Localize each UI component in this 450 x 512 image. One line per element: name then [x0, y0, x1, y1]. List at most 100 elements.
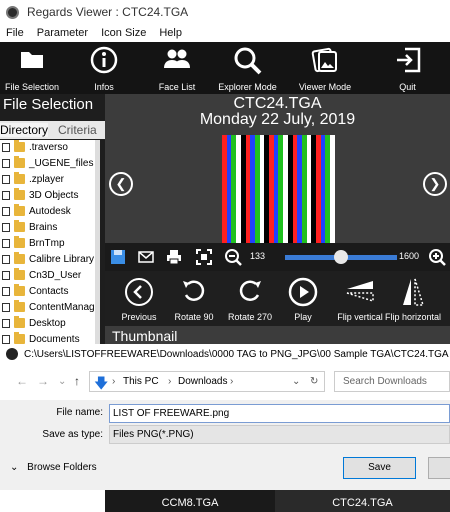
folder-checkbox[interactable] — [2, 175, 10, 184]
search-downloads-input[interactable]: Search Downloads — [334, 371, 450, 392]
menu-icon-size[interactable]: Icon Size — [101, 27, 146, 39]
browse-folders-toggle[interactable]: ⌄ Browse Folders — [10, 462, 97, 473]
app-window: Regards Viewer : CTC24.TGA File Paramete… — [0, 0, 450, 512]
folder-checkbox[interactable] — [2, 319, 10, 328]
infos-button[interactable]: Infos — [64, 42, 144, 94]
panel-title: File Selection — [3, 96, 94, 113]
up-icon[interactable]: ↑ — [74, 374, 80, 388]
folder-name: ContentManager — [29, 302, 100, 313]
folder-checkbox[interactable] — [2, 335, 10, 344]
thumbnail-item[interactable]: CCM8.TGA — [105, 490, 275, 512]
refresh-icon[interactable]: ↻ — [310, 376, 318, 387]
file-selection-panel: File Selection Directory Criteria .trave… — [0, 94, 105, 344]
viewer-mode-button[interactable]: Viewer Mode — [285, 42, 365, 94]
folder-name: 3D Objects — [29, 190, 79, 201]
folder-tree-item[interactable]: BrnTmp — [0, 236, 100, 252]
previous-image-button[interactable]: ❮ — [109, 172, 133, 196]
folder-tree-item[interactable]: Calibre Library — [0, 252, 100, 268]
folder-checkbox[interactable] — [2, 287, 10, 296]
back-icon[interactable]: ← — [16, 374, 28, 388]
tab-criteria[interactable]: Criteria — [58, 123, 97, 137]
folder-tree-item[interactable]: Brains — [0, 220, 100, 236]
breadcrumb-downloads[interactable]: Downloads — [178, 376, 227, 387]
save-icon[interactable] — [109, 248, 127, 266]
folder-checkbox[interactable] — [2, 271, 10, 280]
zoom-max-value: 1600 — [399, 251, 420, 261]
next-image-button[interactable]: ❯ — [423, 172, 447, 196]
chevron-down-icon: ⌄ — [10, 462, 19, 473]
folder-icon — [14, 252, 25, 264]
file-selection-label: File Selection — [4, 82, 60, 92]
zoom-slider-handle[interactable] — [334, 250, 348, 264]
folder-checkbox[interactable] — [2, 255, 10, 264]
dialog-navigation: ← → ⌄ ↑ 🡇 › This PC › Downloads › ⌄ ↻ Se… — [0, 368, 450, 394]
play-button[interactable]: Play — [283, 271, 323, 326]
folder-name: Cn3D_User — [29, 270, 82, 281]
folder-icon — [14, 220, 25, 232]
folder-tree: .traverso _UGENE_files .zplayer 3D Objects A… — [0, 140, 100, 344]
address-bar[interactable]: 🡇 › This PC › Downloads › ⌄ ↻ — [89, 371, 325, 392]
mail-icon[interactable] — [137, 248, 155, 266]
menu-help[interactable]: Help — [159, 27, 182, 39]
flip-horizontal-button[interactable]: Flip horizontal — [385, 271, 441, 326]
folder-tree-item[interactable]: _UGENE_files — [0, 156, 100, 172]
dialog-body: File name: LIST OF FREEWARE.png Save as … — [0, 400, 450, 490]
file-selection-button[interactable]: File Selection — [0, 42, 64, 94]
window-title: Regards Viewer : CTC24.TGA — [27, 5, 189, 19]
save-type-select[interactable]: Files PNG(*.PNG) — [109, 425, 450, 444]
folder-checkbox[interactable] — [2, 207, 10, 216]
folder-checkbox[interactable] — [2, 159, 10, 168]
zoom-out-icon[interactable] — [224, 248, 242, 266]
app-icon — [6, 5, 19, 19]
explorer-mode-button[interactable]: Explorer Mode — [210, 42, 285, 94]
panel-tabs: Directory Criteria — [0, 121, 105, 139]
folder-name: .traverso — [29, 142, 68, 153]
tab-directory[interactable]: Directory — [0, 123, 49, 137]
dialog-app-icon — [6, 348, 18, 360]
rotate-90-button[interactable]: Rotate 90 — [174, 271, 214, 326]
folder-tree-item[interactable]: Cn3D_User — [0, 268, 100, 284]
folder-tree-item[interactable]: Documents — [0, 332, 100, 344]
folder-tree-item[interactable]: .traverso — [0, 140, 100, 156]
file-name-input[interactable]: LIST OF FREEWARE.png — [109, 404, 450, 423]
menu-bar: File Parameter Icon Size Help — [0, 24, 450, 42]
rotate-left-icon — [183, 280, 205, 302]
face-list-button[interactable]: Face List — [144, 42, 210, 94]
folder-checkbox[interactable] — [2, 239, 10, 248]
folder-tree-item[interactable]: Desktop — [0, 316, 100, 332]
folder-icon — [14, 188, 25, 200]
address-dropdown-icon[interactable]: ⌄ — [292, 376, 300, 387]
dropdown-icon[interactable]: ⌄ — [58, 376, 66, 387]
folder-tree-item[interactable]: Autodesk — [0, 204, 100, 220]
breadcrumb-this-pc[interactable]: This PC — [123, 376, 159, 387]
file-name-label: File name: — [56, 407, 103, 418]
infos-label: Infos — [94, 82, 114, 92]
menu-file[interactable]: File — [6, 27, 24, 39]
image-preview — [222, 135, 335, 243]
thumbnail-item-selected[interactable]: CTC24.TGA — [275, 490, 450, 512]
quit-label: Quit — [399, 82, 416, 92]
folder-tree-item[interactable]: .zplayer — [0, 172, 100, 188]
cancel-button[interactable] — [428, 457, 450, 479]
folder-tree-item[interactable]: 3D Objects — [0, 188, 100, 204]
quit-button[interactable]: Quit — [365, 42, 450, 94]
exit-icon — [396, 47, 420, 73]
folder-checkbox[interactable] — [2, 191, 10, 200]
print-icon[interactable] — [165, 248, 183, 266]
folder-icon — [14, 300, 25, 312]
menu-parameter[interactable]: Parameter — [37, 27, 88, 39]
folder-icon — [21, 52, 43, 68]
folder-checkbox[interactable] — [2, 223, 10, 232]
zoom-in-icon[interactable] — [428, 248, 446, 266]
folder-tree-item[interactable]: Contacts — [0, 284, 100, 300]
folder-tree-item[interactable]: ContentManager — [0, 300, 100, 316]
folder-name: .zplayer — [29, 174, 65, 185]
previous-button[interactable]: Previous — [119, 271, 159, 326]
folder-tree-bottom — [0, 490, 105, 512]
folder-checkbox[interactable] — [2, 303, 10, 312]
forward-icon[interactable]: → — [37, 374, 49, 388]
thumbnail-heading: Thumbnail — [112, 328, 178, 344]
fit-screen-icon[interactable] — [195, 248, 213, 266]
save-button[interactable]: Save — [343, 457, 416, 479]
folder-checkbox[interactable] — [2, 143, 10, 152]
